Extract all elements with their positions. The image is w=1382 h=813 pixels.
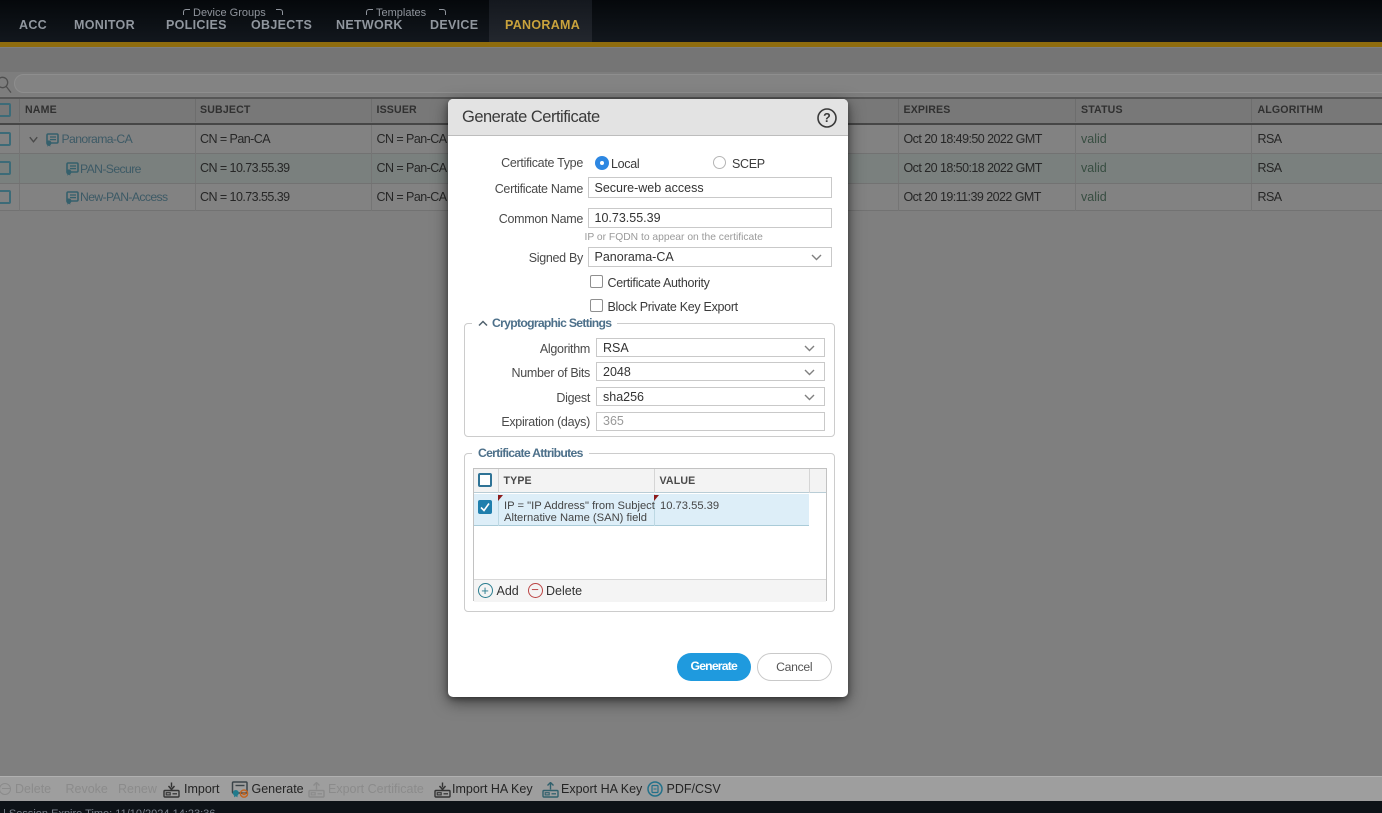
svg-text:?: ?	[823, 111, 831, 125]
